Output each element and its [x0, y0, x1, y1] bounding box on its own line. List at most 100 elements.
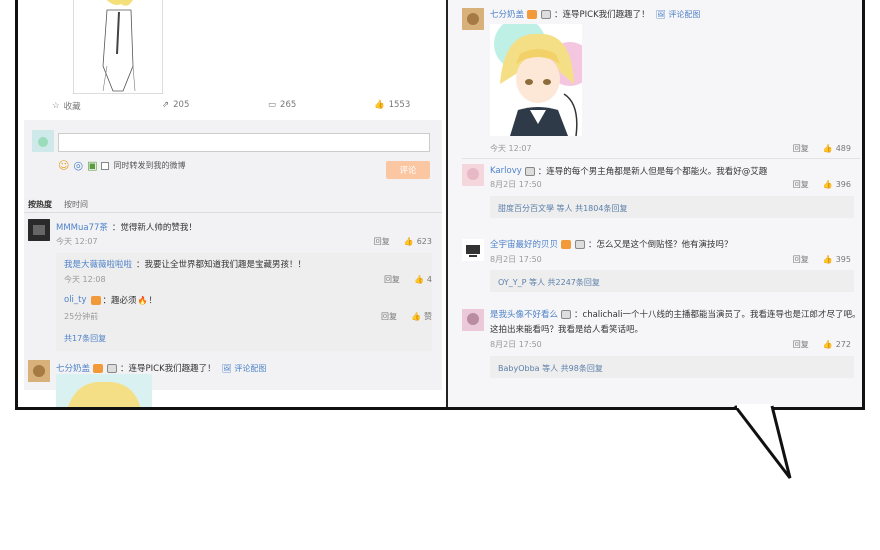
- like-count: 489: [835, 144, 851, 153]
- comment-like-button[interactable]: 👍 272: [823, 340, 851, 349]
- repost-count: 205: [173, 100, 190, 110]
- replier-name[interactable]: 我是大薇薇啦啦啦: [64, 258, 132, 270]
- like-count: 395: [835, 255, 851, 264]
- thumb-up-icon: 👍: [403, 237, 414, 246]
- comment-time: 8月2日 17:50: [490, 180, 542, 189]
- comment-actions: 回复 👍 623: [374, 236, 432, 247]
- like-count: 396: [835, 180, 851, 189]
- comment-image[interactable]: [490, 24, 582, 136]
- fan-badge-icon: [93, 363, 104, 373]
- commenter-name[interactable]: Karlovy: [490, 166, 522, 176]
- comment-text: ：连导PICK我们趣趣了！: [120, 364, 216, 374]
- comment-text-line2: 这拍出来能看吗？我看是给人看笑话吧。: [490, 325, 644, 335]
- post-image: [73, 0, 163, 94]
- reply-summary[interactable]: 甜度百分百文學 等人 共1804条回复: [498, 203, 627, 214]
- sort-time-tab[interactable]: 按时间: [64, 199, 88, 210]
- reply-button[interactable]: 回复: [381, 311, 397, 322]
- image-icon[interactable]: ▣: [87, 159, 97, 172]
- like-count: 1553: [388, 100, 411, 110]
- commenter-name[interactable]: 七分奶盖: [56, 362, 90, 374]
- commenter-avatar: [28, 360, 50, 382]
- panda-badge-icon: [575, 239, 586, 249]
- speech-bubble-tail: [733, 404, 792, 479]
- comment-text: ：连导PICK我们趣趣了！: [554, 10, 650, 20]
- commenter-name[interactable]: 是我头像不好看么: [490, 308, 558, 320]
- comment-header: 七分奶盖 ：连导PICK我们趣趣了！ 🖼 评论配图: [56, 362, 266, 374]
- commenter-avatar: [28, 219, 50, 241]
- more-replies-link[interactable]: 共17条回复: [64, 333, 106, 344]
- panda-badge-icon: [107, 363, 118, 373]
- like-button[interactable]: 👍 1553: [374, 100, 410, 110]
- my-avatar: [32, 130, 54, 152]
- replier-name[interactable]: oli_ty: [64, 295, 87, 305]
- repost-button[interactable]: ⇗ 205: [162, 100, 189, 110]
- reply-button[interactable]: 回复: [793, 179, 809, 190]
- screen-frame: ☆ 收藏 ⇗ 205 ▭ 265 👍 1553 ☺ ◎ ▣ 同时转发到我的微博 …: [15, 0, 865, 410]
- thumb-up-icon: 👍: [822, 144, 833, 153]
- reply-text-end: ！: [148, 296, 158, 306]
- reply-item: oli_ty ：趣必须 🔥 ！: [64, 294, 157, 306]
- comment-like-button[interactable]: 👍 395: [823, 255, 851, 264]
- comment-text: ：连导的每个男主角都是新人但是每个都能火。我看好@艾趣: [537, 167, 768, 177]
- reply-button[interactable]: 回复: [793, 339, 809, 350]
- like-label: 赞: [424, 312, 432, 321]
- comment-image-thumbnail[interactable]: [56, 374, 152, 407]
- reply-button[interactable]: 回复: [384, 274, 400, 285]
- divider: [462, 158, 860, 159]
- reply-text: ：趣必须: [102, 296, 137, 306]
- comment-pic-link[interactable]: 🖼 评论配图: [656, 9, 701, 20]
- comment-time: 8月2日 17:50: [490, 255, 542, 264]
- comment-time: 8月2日 17:50: [490, 340, 542, 349]
- comment-text: ：chalichali一个十八线的主播都能当演员了。我看连导也是江郎才尽了吧。: [574, 310, 861, 320]
- like-count: 272: [835, 340, 851, 349]
- fan-badge-icon: [90, 295, 101, 305]
- commenter-name[interactable]: 七分奶盖: [490, 8, 524, 20]
- reply-button[interactable]: 回复: [793, 143, 809, 154]
- reply-time: 今天 12:08: [64, 275, 106, 284]
- reply-like-button[interactable]: 👍 4: [414, 275, 432, 284]
- emoji-icon[interactable]: ☺: [58, 159, 69, 172]
- reply-summary[interactable]: OY_Y_P 等人 共2247条回复: [498, 277, 600, 288]
- reply-actions: 回复 👍 4: [384, 274, 432, 285]
- favorite-label: 收藏: [63, 102, 81, 112]
- comment-header: 全宇宙最好的贝贝 ：怎么又是这个倒贴怪？他有演技吗？: [490, 238, 733, 250]
- panda-badge-icon: [524, 166, 535, 176]
- comment-like-button[interactable]: 👍 489: [823, 144, 851, 153]
- reply-like-button[interactable]: 👍 赞: [411, 311, 432, 322]
- topic-icon[interactable]: ◎: [73, 159, 83, 172]
- reply-summary[interactable]: BabyObba 等人 共98条回复: [498, 363, 603, 374]
- submit-comment-button[interactable]: 评论: [386, 161, 430, 179]
- commenter-avatar: [462, 309, 484, 331]
- commenter-avatar: [462, 239, 484, 261]
- comment-time: 今天 12:07: [490, 144, 532, 153]
- comment-pic-label: 评论配图: [668, 9, 701, 19]
- comment-input[interactable]: [58, 133, 430, 152]
- thumb-up-icon: 👍: [822, 180, 833, 189]
- comment-pic-link[interactable]: 🖼 评论配图: [222, 363, 267, 374]
- comment-like-button[interactable]: 👍 396: [823, 180, 851, 189]
- thumb-up-icon: 👍: [822, 255, 833, 264]
- favorite-button[interactable]: ☆ 收藏: [52, 100, 81, 112]
- sort-tabs: 按热度 按时间: [28, 199, 88, 210]
- divider: [24, 212, 442, 213]
- reply-text: ：我要让全世界都知道我们趣是宝藏男孩！！: [136, 260, 307, 270]
- comment-icon: ▭: [268, 100, 277, 110]
- comment-like-button[interactable]: 👍 623: [404, 237, 432, 246]
- fan-badge-icon: [527, 9, 538, 19]
- reply-button[interactable]: 回复: [374, 236, 390, 247]
- star-icon: ☆: [52, 101, 60, 111]
- repost-icon: ⇗: [162, 100, 170, 110]
- commenter-name[interactable]: MMMua77茶: [56, 221, 108, 233]
- comment-text: ：怎么又是这个倒贴怪？他有演技吗？: [588, 240, 733, 250]
- commenter-name[interactable]: 全宇宙最好的贝贝: [490, 238, 558, 250]
- comment-pic-label: 评论配图: [234, 363, 267, 373]
- comment-button[interactable]: ▭ 265: [268, 100, 296, 110]
- sort-hot-tab[interactable]: 按热度: [28, 199, 52, 210]
- comment-time: 今天 12:07: [56, 237, 98, 246]
- comment-header: 七分奶盖 ：连导PICK我们趣趣了！ 🖼 评论配图: [490, 8, 700, 20]
- thumb-up-icon: 👍: [374, 100, 385, 110]
- comment-actions: 回复 👍 489: [793, 143, 851, 154]
- reply-button[interactable]: 回复: [793, 254, 809, 265]
- reply-time: 25分钟前: [64, 312, 99, 321]
- repost-checkbox[interactable]: [101, 161, 110, 170]
